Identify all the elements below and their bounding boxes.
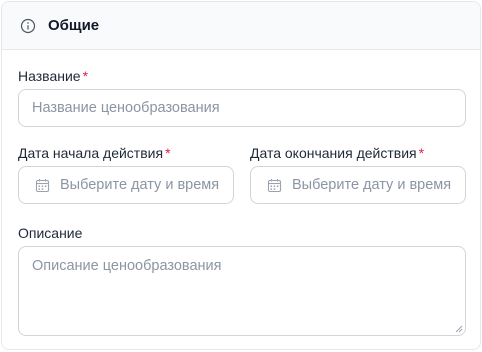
name-required-mark: *: [82, 68, 89, 84]
name-label-text: Название: [18, 68, 81, 84]
description-label: Описание: [18, 225, 82, 241]
end-date-picker[interactable]: Выберите дату и время: [250, 166, 466, 204]
section-header: Общие: [2, 2, 480, 50]
name-input-placeholder: Название ценообразования: [32, 100, 220, 116]
resize-handle-icon[interactable]: [455, 325, 463, 333]
end-date-label: Дата окончания действия *: [250, 145, 424, 161]
description-placeholder: Описание ценообразования: [32, 258, 222, 274]
section-title: Общие: [48, 17, 100, 34]
calendar-icon: [35, 178, 50, 192]
description-textarea[interactable]: Описание ценообразования: [18, 246, 466, 336]
name-input[interactable]: Название ценообразования: [18, 89, 466, 127]
start-date-placeholder: Выберите дату и время: [60, 177, 220, 193]
start-date-label: Дата начала действия *: [18, 145, 171, 161]
end-date-label-text: Дата окончания действия: [250, 145, 417, 161]
start-date-label-text: Дата начала действия: [18, 145, 164, 161]
start-date-required-mark: *: [165, 145, 171, 161]
calendar-icon: [267, 178, 282, 192]
end-date-placeholder: Выберите дату и время: [292, 177, 452, 193]
description-label-text: Описание: [18, 225, 83, 241]
end-date-required-mark: *: [418, 145, 425, 161]
name-label: Название *: [18, 68, 88, 84]
start-date-picker[interactable]: Выберите дату и время: [18, 166, 234, 204]
info-icon: [20, 18, 36, 33]
general-section-card: Общие Название * Название ценообразования…: [1, 1, 481, 350]
